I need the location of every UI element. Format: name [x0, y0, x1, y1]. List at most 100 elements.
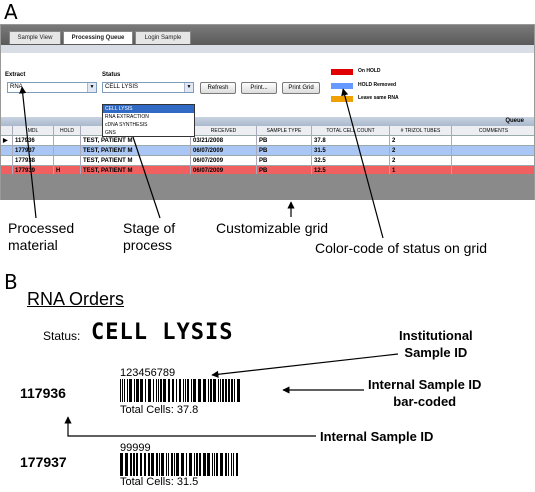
tab-sample-view[interactable]: Sample View [9, 31, 61, 44]
tab-processing-queue[interactable]: Processing Queue [63, 31, 133, 44]
callout-line: Internal Sample ID [368, 377, 482, 392]
tab-login-sample[interactable]: Login Sample [135, 31, 191, 44]
callout-processed-material: Processed material [8, 220, 74, 254]
callout-line: Stage of [123, 220, 176, 236]
column-header[interactable]: MDL [13, 126, 54, 136]
extract-select[interactable]: RNA ▼ [7, 82, 97, 93]
arrow-institutional-id [211, 353, 399, 378]
barcode-bar [151, 453, 154, 476]
barcode-bar [187, 379, 189, 402]
barcode-bar [189, 453, 192, 476]
row-pointer-icon: ▶ [1, 136, 13, 146]
table-cell [452, 136, 535, 146]
total-cells-value: 31.5 [176, 476, 199, 488]
table-row[interactable]: ▶ 117936 TEST, PATIENT M 03/21/2008 PB 37.8 2 [1, 136, 534, 146]
barcode-bar [120, 453, 123, 476]
legend-swatch-hold [331, 69, 353, 75]
barcode-bar [179, 379, 181, 402]
status-value: CELL LYSIS [105, 84, 139, 90]
callout-line: Sample ID [404, 345, 468, 360]
barcode-bar [185, 379, 186, 402]
table-cell: 06/07/2009 [191, 146, 257, 156]
barcode-bar [127, 379, 128, 402]
column-header[interactable]: TOTAL CELL COUNT [312, 126, 390, 136]
column-header[interactable]: RECEIVED [191, 126, 257, 136]
column-header[interactable]: COMMENTS [452, 126, 535, 136]
barcode-bar [216, 453, 218, 476]
status-option[interactable]: CELL LYSIS [103, 105, 194, 113]
barcode-bar [231, 453, 232, 476]
barcode-bar [140, 453, 142, 476]
row-selector-header [1, 126, 13, 136]
callout-institutional-id: Institutional Sample ID [399, 327, 473, 361]
barcode-bar [237, 379, 240, 402]
barcode-bar [193, 379, 196, 402]
barcode-bar [220, 379, 221, 402]
table-cell: 31.5 [312, 146, 390, 156]
barcode-bar [191, 379, 192, 402]
barcode-bar [148, 379, 151, 402]
legend-swatch-same [331, 96, 353, 102]
table-cell: PB [257, 156, 312, 166]
barcode-bar [208, 379, 209, 402]
legend-label: On HOLD [358, 68, 381, 74]
barcode-bar [144, 453, 146, 476]
orders-status-label: Status: [43, 329, 81, 343]
column-header[interactable]: SAMPLE TYPE [257, 126, 312, 136]
barcode-bar [203, 453, 206, 476]
print-button[interactable]: Print... [241, 82, 277, 94]
barcode-bar [160, 379, 162, 402]
column-header[interactable]: HOLD [54, 126, 81, 136]
arrow-internal-id [64, 416, 316, 437]
barcode-bar [124, 379, 125, 402]
barcode-bar [156, 453, 158, 476]
status-option[interactable]: GNS [103, 129, 194, 137]
barcode-bar [156, 379, 157, 402]
barcode-bar [172, 379, 174, 402]
table-cell [452, 156, 535, 166]
barcode-bar [212, 453, 213, 476]
barcode-bar [181, 453, 184, 476]
callout-line: material [8, 237, 58, 253]
status-select[interactable]: CELL LYSIS ▼ [102, 82, 194, 93]
status-option[interactable]: cDNA SYNTHESIS [103, 121, 194, 129]
table-cell: 2 [390, 136, 452, 146]
status-option[interactable]: RNA EXTRACTION [103, 113, 194, 121]
callout-customizable-grid: Customizable grid [216, 220, 329, 236]
orders-status-value: CELL LYSIS [91, 320, 234, 345]
barcode-bar [153, 379, 154, 402]
table-cell: 32.5 [312, 156, 390, 166]
barcode-bar [196, 453, 198, 476]
sample-barcode [120, 453, 238, 476]
print-grid-button[interactable]: Print Grid [282, 82, 320, 94]
barcode-bar [148, 453, 150, 476]
table-cell: TEST, PATIENT M [81, 136, 191, 146]
barcode-bar [168, 379, 170, 402]
legend-swatch-removed [331, 83, 353, 89]
sample-barcode [120, 379, 240, 402]
row-pointer-icon [1, 156, 13, 166]
table-cell: 177938 [13, 156, 54, 166]
barcode-bar [210, 379, 212, 402]
callout-line: bar-coded [393, 394, 457, 409]
table-cell: PB [257, 146, 312, 156]
table-row[interactable]: 177938 TEST, PATIENT M 06/07/2009 PB 32.5 2 [1, 156, 534, 166]
table-cell [452, 146, 535, 156]
barcode-bar [214, 453, 215, 476]
chevron-down-icon[interactable]: ▼ [184, 83, 193, 92]
table-cell: 177937 [13, 146, 54, 156]
column-header[interactable]: # TRIZOL TUBES [390, 126, 452, 136]
barcode-bar [199, 453, 201, 476]
refresh-button[interactable]: Refresh [200, 82, 236, 94]
table-cell: TEST, PATIENT M [81, 146, 191, 156]
barcode-bar [220, 453, 223, 476]
barcode-bar [233, 453, 234, 476]
chevron-down-icon[interactable]: ▼ [87, 83, 96, 92]
total-cells: Total Cells: 31.5 [120, 476, 198, 488]
barcode-bar [161, 453, 164, 476]
total-cells-value: 37.8 [176, 404, 199, 416]
grid-body: ▶ 117936 TEST, PATIENT M 03/21/2008 PB 37.8 2 1… [1, 136, 534, 176]
total-cells: Total Cells: 37.8 [120, 404, 198, 416]
table-cell: 37.8 [312, 136, 390, 146]
table-row[interactable]: 177937 TEST, PATIENT M 06/07/2009 PB 31.5 2 [1, 146, 534, 156]
